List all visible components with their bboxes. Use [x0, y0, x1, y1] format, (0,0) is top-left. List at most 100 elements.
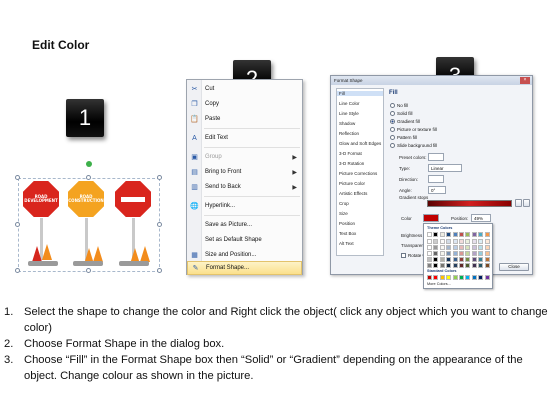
theme-color-swatch[interactable] [427, 263, 432, 268]
theme-color-swatch[interactable] [465, 263, 471, 268]
direction-dropdown[interactable] [428, 175, 444, 183]
category-item[interactable]: Line Color [339, 101, 360, 106]
theme-color-swatch[interactable] [452, 251, 458, 256]
theme-color-swatch[interactable] [459, 232, 464, 237]
category-item[interactable]: Shadow [339, 121, 355, 126]
theme-color-swatch[interactable] [465, 239, 471, 244]
more-colors-link[interactable]: More Colors... [427, 282, 451, 286]
remove-stop-button[interactable] [523, 199, 530, 207]
add-stop-button[interactable] [515, 199, 522, 207]
theme-color-swatch[interactable] [484, 232, 490, 237]
standard-color-swatch[interactable] [465, 275, 471, 280]
menu-item-bring-to-front[interactable]: ▤ Bring to Front ▶ [187, 165, 302, 179]
category-item[interactable]: 3-D Format [339, 151, 362, 156]
theme-color-swatch[interactable] [452, 232, 458, 237]
theme-color-swatch[interactable] [427, 245, 432, 250]
category-item[interactable]: Size [339, 211, 348, 216]
theme-color-swatch[interactable] [452, 245, 458, 250]
standard-color-swatch[interactable] [459, 275, 464, 280]
theme-color-swatch[interactable] [459, 239, 464, 244]
theme-color-swatch[interactable] [465, 257, 471, 262]
theme-color-swatch[interactable] [484, 257, 490, 262]
theme-color-swatch[interactable] [446, 232, 452, 237]
theme-color-swatch[interactable] [446, 245, 452, 250]
theme-color-swatch[interactable] [459, 263, 464, 268]
theme-color-swatch[interactable] [459, 257, 464, 262]
theme-color-swatch[interactable] [452, 239, 458, 244]
category-item[interactable]: Crop [339, 201, 349, 206]
theme-color-swatch[interactable] [471, 232, 477, 237]
theme-color-swatch[interactable] [484, 239, 490, 244]
standard-color-swatch[interactable] [484, 275, 490, 280]
theme-color-swatch[interactable] [446, 263, 452, 268]
theme-color-swatch[interactable] [439, 245, 445, 250]
theme-color-swatch[interactable] [478, 263, 484, 268]
close-button[interactable]: Close [499, 263, 529, 271]
fill-option-slide-background[interactable]: Slide background fill [390, 143, 437, 148]
menu-item-save-as-picture[interactable]: Save as Picture... [187, 218, 302, 232]
category-item[interactable]: Line Style [339, 111, 359, 116]
theme-color-swatch[interactable] [471, 263, 477, 268]
standard-color-swatch[interactable] [478, 275, 484, 280]
theme-color-swatch[interactable] [427, 251, 432, 256]
resize-handle[interactable] [15, 268, 20, 273]
menu-item-edit-text[interactable]: A Edit Text [187, 131, 302, 145]
menu-item-size-position[interactable]: ▦ Size and Position... [187, 248, 302, 262]
theme-color-swatch[interactable] [452, 263, 458, 268]
standard-color-swatch[interactable] [471, 275, 477, 280]
resize-handle[interactable] [15, 175, 20, 180]
theme-color-swatch[interactable] [465, 245, 471, 250]
position-input[interactable]: 49% [471, 214, 491, 222]
fill-option-pattern[interactable]: Pattern fill [390, 135, 417, 140]
rotation-handle[interactable] [86, 161, 92, 167]
menu-item-send-to-back[interactable]: ▥ Send to Back ▶ [187, 180, 302, 194]
menu-item-copy[interactable]: ❐ Copy [187, 97, 302, 111]
category-item[interactable]: Picture Corrections [339, 171, 377, 176]
theme-color-swatch[interactable] [433, 257, 439, 262]
theme-color-swatch[interactable] [446, 251, 452, 256]
theme-color-swatch[interactable] [433, 239, 439, 244]
category-item[interactable]: Artistic Effects [339, 191, 367, 196]
standard-color-swatch[interactable] [427, 275, 432, 280]
theme-color-swatch[interactable] [439, 239, 445, 244]
fill-option-gradient[interactable]: Gradient fill [390, 119, 420, 124]
theme-color-swatch[interactable] [471, 257, 477, 262]
category-item[interactable]: Picture Color [339, 181, 365, 186]
menu-item-paste[interactable]: 📋 Paste [187, 112, 302, 126]
menu-item-format-shape[interactable]: ✎ Format Shape... [187, 261, 302, 275]
theme-color-swatch[interactable] [439, 251, 445, 256]
theme-color-swatch[interactable] [484, 245, 490, 250]
menu-item-hyperlink[interactable]: 🌐 Hyperlink... [187, 199, 302, 213]
category-item[interactable]: 3-D Rotation [339, 161, 364, 166]
fill-option-solid[interactable]: Solid fill [390, 111, 413, 116]
theme-color-swatch[interactable] [446, 239, 452, 244]
menu-item-cut[interactable]: ✂ Cut [187, 82, 302, 96]
standard-color-swatch[interactable] [446, 275, 452, 280]
theme-color-swatch[interactable] [484, 251, 490, 256]
theme-color-swatch[interactable] [478, 232, 484, 237]
category-fill[interactable]: Fill [337, 91, 383, 96]
theme-color-swatch[interactable] [452, 257, 458, 262]
fill-option-picture[interactable]: Picture or texture fill [390, 127, 437, 132]
theme-color-swatch[interactable] [446, 257, 452, 262]
theme-color-swatch[interactable] [433, 245, 439, 250]
theme-color-swatch[interactable] [484, 263, 490, 268]
preset-colors-dropdown[interactable] [428, 153, 444, 161]
theme-color-swatch[interactable] [427, 239, 432, 244]
standard-color-swatch[interactable] [439, 275, 445, 280]
resize-handle[interactable] [157, 222, 162, 227]
resize-handle[interactable] [86, 268, 91, 273]
theme-color-swatch[interactable] [439, 263, 445, 268]
category-item[interactable]: Reflection [339, 131, 359, 136]
theme-color-swatch[interactable] [459, 251, 464, 256]
resize-handle[interactable] [157, 268, 162, 273]
theme-color-swatch[interactable] [478, 239, 484, 244]
category-item[interactable]: Text Box [339, 231, 356, 236]
category-item[interactable]: Alt Text [339, 241, 354, 246]
theme-color-swatch[interactable] [478, 251, 484, 256]
angle-input[interactable]: 0° [428, 186, 446, 194]
resize-handle[interactable] [157, 175, 162, 180]
theme-color-swatch[interactable] [471, 251, 477, 256]
theme-color-swatch[interactable] [459, 245, 464, 250]
gradient-stops-bar[interactable] [427, 200, 512, 207]
